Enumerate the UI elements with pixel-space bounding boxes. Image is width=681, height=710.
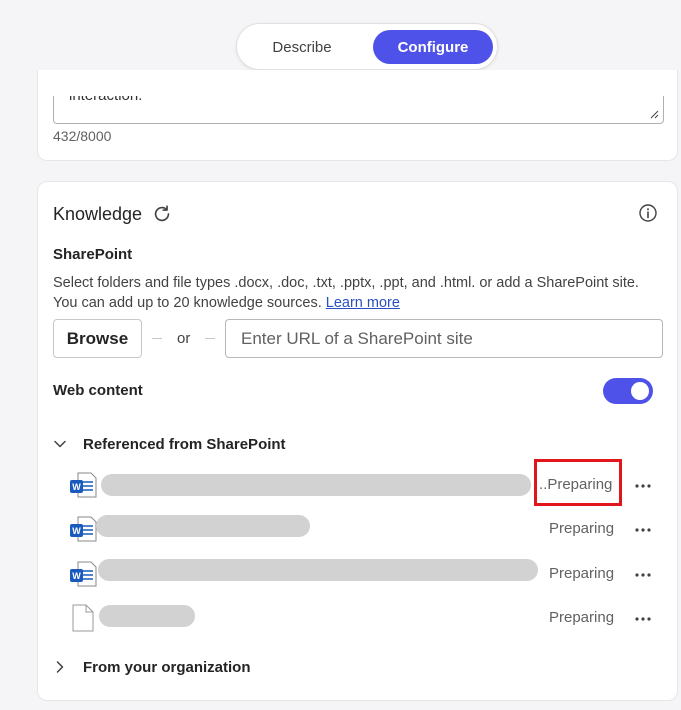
redacted-file-name <box>99 605 195 627</box>
instructions-text: interaction. <box>69 96 142 104</box>
page: Describe Configure interaction. 432/8000… <box>0 0 681 710</box>
info-icon[interactable] <box>638 203 658 223</box>
or-label: or <box>177 330 191 347</box>
more-options-icon[interactable] <box>633 565 653 585</box>
toggle-knob <box>631 382 649 400</box>
word-doc-icon: W <box>70 516 97 542</box>
file-row[interactable]: W Preparing <box>68 514 668 544</box>
sharepoint-label: SharePoint <box>53 246 133 263</box>
svg-text:W: W <box>72 571 81 581</box>
org-group-label: From your organization <box>83 658 251 676</box>
referenced-group-header[interactable]: Referenced from SharePoint <box>53 433 286 455</box>
redacted-file-name <box>101 474 531 496</box>
redacted-file-name <box>98 559 538 581</box>
mode-switcher: Describe Configure <box>236 23 498 70</box>
word-doc-icon: W <box>70 561 97 587</box>
more-options-icon[interactable] <box>633 476 653 496</box>
redacted-file-name <box>96 515 310 537</box>
text-file-icon <box>72 604 94 632</box>
knowledge-title: Knowledge <box>53 204 143 224</box>
highlight-box <box>534 459 622 506</box>
svg-text:W: W <box>72 482 81 492</box>
file-status: Preparing <box>549 565 615 582</box>
word-doc-icon: W <box>70 472 97 498</box>
chevron-down-icon <box>54 440 66 448</box>
tab-describe[interactable]: Describe <box>245 30 359 64</box>
file-row[interactable]: W Preparing <box>68 559 668 589</box>
refresh-icon[interactable] <box>151 203 173 225</box>
tab-configure[interactable]: Configure <box>373 30 493 64</box>
org-group-header[interactable]: From your organization <box>53 656 251 678</box>
file-status: Preparing <box>549 520 615 537</box>
more-options-icon[interactable] <box>633 520 653 540</box>
referenced-group-label: Referenced from SharePoint <box>83 435 286 453</box>
learn-more-link[interactable]: Learn more <box>326 295 400 311</box>
divider <box>205 338 215 339</box>
file-row[interactable]: Preparing <box>68 603 668 633</box>
instructions-card: interaction. 432/8000 <box>37 70 678 161</box>
more-options-icon[interactable] <box>633 609 653 629</box>
knowledge-card: Knowledge SharePoint Select folders and … <box>37 181 678 701</box>
file-status: Preparing <box>549 609 615 626</box>
resize-handle-icon[interactable] <box>649 109 659 119</box>
chevron-right-icon <box>56 661 64 673</box>
char-count: 432/8000 <box>53 128 112 144</box>
sharepoint-url-input[interactable] <box>225 319 663 358</box>
divider <box>152 338 162 339</box>
svg-text:W: W <box>72 526 81 536</box>
browse-button[interactable]: Browse <box>53 319 142 358</box>
web-content-label: Web content <box>53 382 143 399</box>
sharepoint-description: Select folders and file types .docx, .do… <box>53 273 663 313</box>
instructions-textarea[interactable]: interaction. <box>53 96 664 124</box>
web-content-toggle[interactable] <box>603 378 653 404</box>
